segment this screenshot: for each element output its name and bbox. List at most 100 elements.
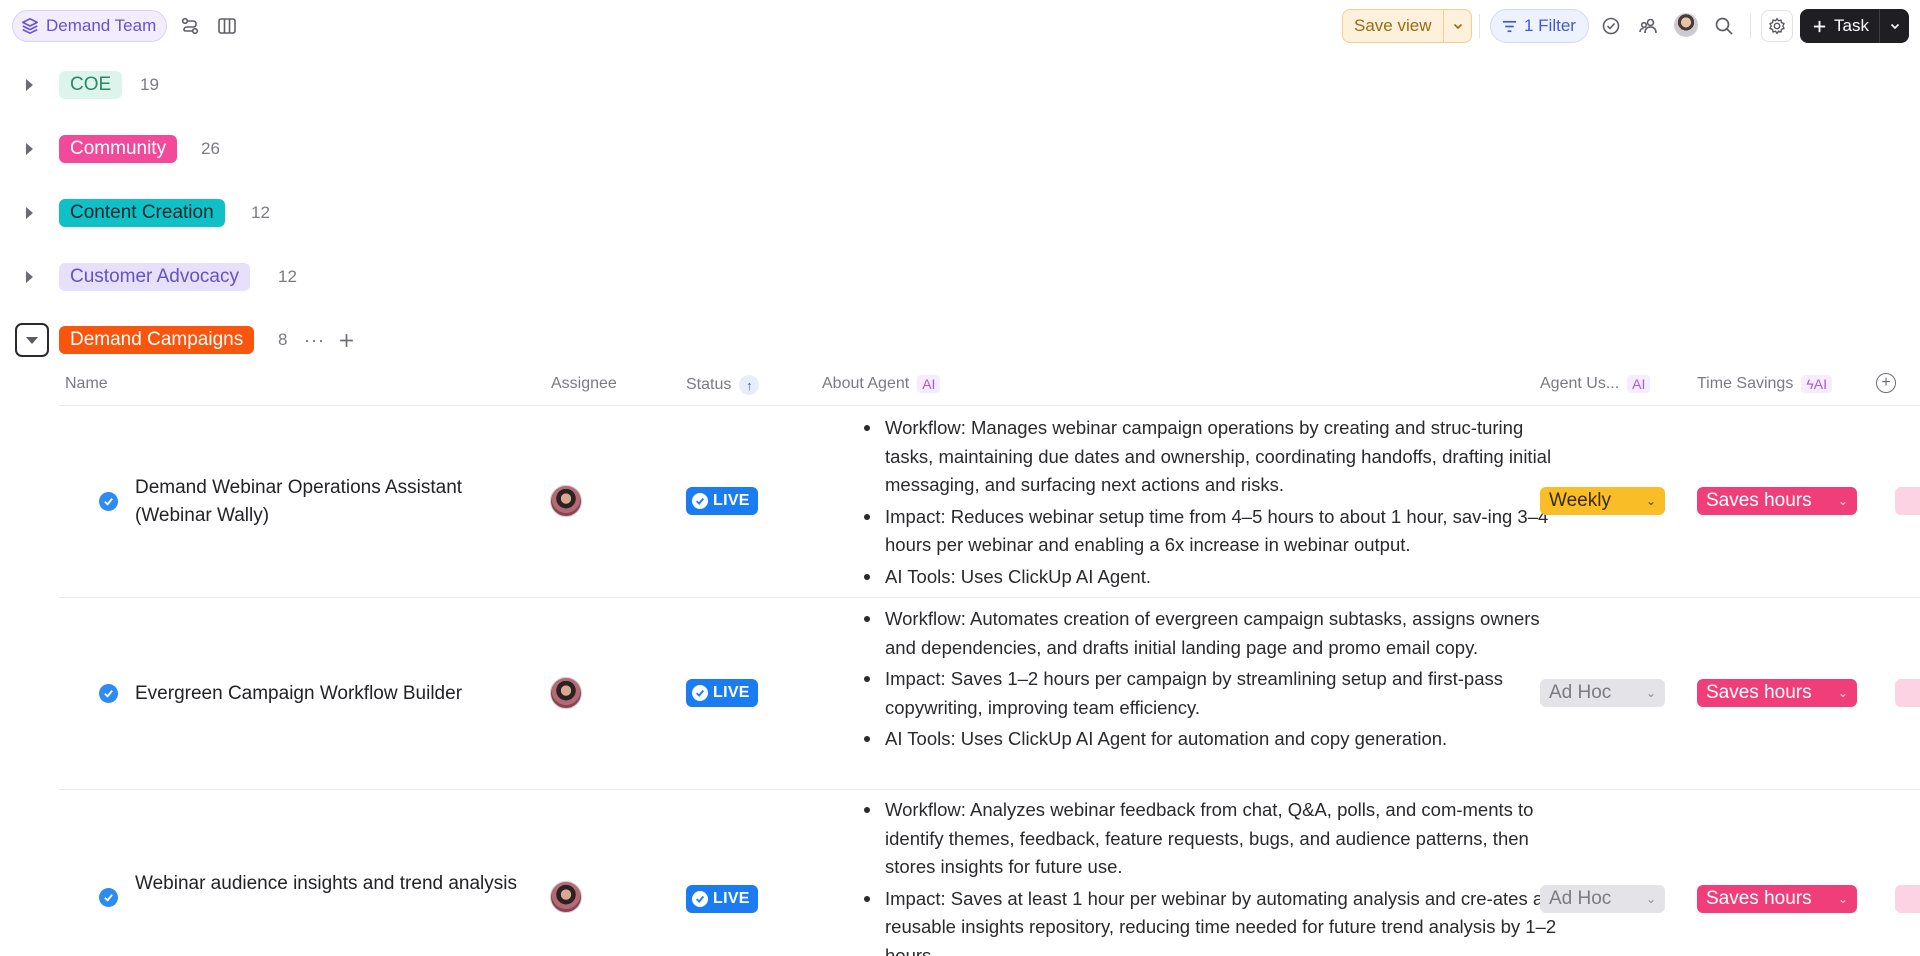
task-name[interactable]: Demand Webinar Operations Assistant (Web… [135, 474, 535, 530]
layers-icon [21, 17, 39, 35]
filter-icon [1502, 20, 1517, 32]
search-icon[interactable] [1708, 10, 1740, 42]
status-label: LIVE [713, 684, 750, 701]
status-label: LIVE [713, 890, 750, 907]
time-savings-dropdown[interactable]: Saves hours ⌄ [1697, 679, 1857, 707]
column-agent-usage[interactable]: Agent Us... AI [1540, 375, 1651, 393]
chevron-down-icon[interactable] [1880, 20, 1909, 32]
route-icon[interactable] [174, 10, 206, 42]
add-task-button[interactable]: Task [1800, 9, 1909, 43]
about-bullet: Impact: Saves at least 1 hour per webina… [858, 885, 1568, 956]
plus-icon [1813, 20, 1826, 32]
chevron-down-icon[interactable] [1444, 10, 1471, 42]
agent-usage-dropdown[interactable]: Ad Hoc ⌄ [1540, 885, 1665, 913]
group-count: 12 [278, 267, 297, 286]
avatar[interactable] [550, 485, 582, 517]
group-tag: Community [59, 135, 178, 163]
column-about-agent[interactable]: About Agent AI [822, 375, 941, 393]
task-button-label: Task [1834, 16, 1869, 35]
about-bullet: AI Tools: Uses ClickUp AI Agent. [858, 563, 1568, 592]
check-circle-icon[interactable] [99, 684, 118, 703]
chevron-down-icon: ⌄ [1645, 494, 1656, 508]
status-label: LIVE [713, 492, 750, 509]
lightning-icon: ϟ [1806, 376, 1814, 392]
column-assignee[interactable]: Assignee [551, 375, 617, 393]
caret-right-icon[interactable] [26, 79, 33, 91]
sort-ascending-icon[interactable]: ↑ [739, 375, 760, 395]
table-row[interactable]: Demand Webinar Operations Assistant (Web… [59, 406, 1920, 597]
check-circle-icon[interactable] [99, 888, 118, 907]
table-row[interactable]: Webinar audience insights and trend anal… [59, 790, 1920, 956]
ai-badge: AI [1627, 375, 1651, 393]
toolbar-divider [1479, 14, 1480, 38]
task-name[interactable]: Webinar audience insights and trend anal… [135, 870, 535, 898]
about-bullet: Impact: Reduces webinar setup time from … [858, 503, 1568, 560]
table-row[interactable]: Evergreen Campaign Workflow Builder LIVE… [59, 598, 1920, 789]
about-bullet: Impact: Saves 1–2 hours per campaign by … [858, 665, 1568, 722]
column-label: Name [65, 375, 108, 392]
check-circle-icon[interactable] [99, 492, 118, 511]
chevron-down-icon: ⌄ [1837, 892, 1848, 906]
filter-button[interactable]: 1 Filter [1490, 9, 1589, 43]
save-view-button[interactable]: Save view [1342, 9, 1473, 43]
group-count: 8 [278, 330, 288, 349]
filter-label: 1 Filter [1524, 16, 1576, 35]
time-savings-dropdown[interactable]: Saves hours ⌄ [1697, 487, 1857, 515]
agent-usage-dropdown[interactable]: Ad Hoc ⌄ [1540, 679, 1665, 707]
truncated-column-cell[interactable] [1895, 487, 1920, 515]
time-savings-dropdown[interactable]: Saves hours ⌄ [1697, 885, 1857, 913]
column-name[interactable]: Name [65, 375, 108, 393]
column-label: Agent Us... [1540, 375, 1620, 392]
truncated-column-cell[interactable] [1895, 885, 1920, 913]
agent-usage-dropdown[interactable]: Weekly ⌄ [1540, 487, 1665, 515]
caret-right-icon[interactable] [26, 271, 33, 283]
about-bullet: AI Tools: Uses ClickUp AI Agent for auto… [858, 725, 1568, 754]
check-icon [692, 891, 708, 907]
about-bullet: Workflow: Automates creation of evergree… [858, 605, 1568, 662]
space-selector[interactable]: Demand Team [12, 10, 168, 42]
task-name[interactable]: Evergreen Campaign Workflow Builder [135, 680, 535, 708]
column-time-savings[interactable]: Time Savings ϟAI [1697, 375, 1832, 393]
columns-layout-icon[interactable] [211, 10, 243, 42]
dropdown-value: Saves hours [1706, 490, 1812, 511]
status-badge[interactable]: LIVE [686, 679, 758, 707]
column-label: About Agent [822, 375, 910, 392]
column-label: Assignee [551, 375, 617, 392]
ai-badge: AI [917, 375, 941, 393]
column-status[interactable]: Status ↑ [686, 375, 760, 395]
about-agent-text: Workflow: Analyzes webinar feedback from… [858, 796, 1568, 956]
dropdown-value: Ad Hoc [1549, 682, 1612, 703]
group-count: 19 [140, 75, 159, 94]
ai-badge-label: AI [1813, 376, 1827, 392]
chevron-down-icon: ⌄ [1645, 686, 1656, 700]
avatar[interactable] [550, 881, 582, 913]
caret-right-icon[interactable] [26, 143, 33, 155]
dropdown-value: Saves hours [1706, 888, 1812, 909]
more-icon[interactable]: ··· [304, 330, 325, 351]
truncated-column-cell[interactable] [1895, 679, 1920, 707]
collapse-group-toggle[interactable] [15, 323, 49, 357]
gear-icon[interactable] [1761, 10, 1793, 42]
people-icon[interactable] [1632, 10, 1664, 42]
dropdown-value: Weekly [1549, 490, 1611, 511]
dropdown-value: Ad Hoc [1549, 888, 1612, 909]
check-circle-icon[interactable] [1595, 10, 1627, 42]
add-column-icon[interactable]: + [1876, 373, 1896, 393]
group-count: 12 [251, 203, 270, 222]
group-count: 26 [201, 139, 220, 158]
column-label: Status [686, 376, 732, 393]
about-bullet: Workflow: Manages webinar campaign opera… [858, 414, 1568, 500]
chevron-down-icon: ⌄ [1645, 892, 1656, 906]
check-icon [692, 685, 708, 701]
check-icon [692, 493, 708, 509]
ai-badge: ϟAI [1801, 375, 1832, 393]
status-badge[interactable]: LIVE [686, 885, 758, 913]
toolbar: Demand Team Save view 1 Filter Task [0, 0, 1920, 52]
avatar[interactable] [550, 677, 582, 709]
group-tag: Customer Advocacy [59, 263, 250, 291]
status-badge[interactable]: LIVE [686, 487, 758, 515]
user-avatar[interactable] [1674, 13, 1698, 37]
about-agent-text: Workflow: Manages webinar campaign opera… [858, 414, 1568, 594]
add-icon[interactable] [338, 332, 355, 349]
caret-right-icon[interactable] [26, 207, 33, 219]
